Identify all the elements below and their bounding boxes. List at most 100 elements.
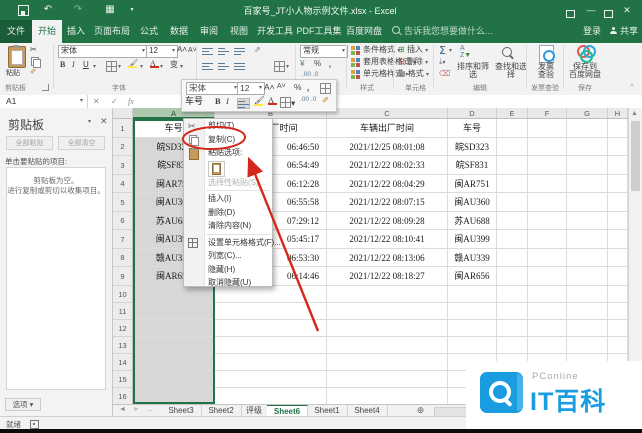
collapse-ribbon-icon[interactable]: ⌃ <box>629 83 635 91</box>
mini-format-painter-icon[interactable]: ✐ <box>322 95 329 106</box>
cell-H2[interactable] <box>608 138 628 156</box>
cell-F12[interactable] <box>528 320 567 337</box>
cell-C11[interactable] <box>327 303 448 320</box>
percent-icon[interactable]: % <box>314 59 321 68</box>
cell-F3[interactable] <box>528 156 567 175</box>
sign-in-button[interactable]: 登录 <box>578 20 606 43</box>
clear-icon[interactable]: ⌫ <box>439 69 450 78</box>
tab-file[interactable]: 文件 <box>0 20 32 43</box>
mini-shrink-font-icon[interactable]: A˅ <box>277 83 286 90</box>
cell-F6[interactable] <box>528 212 567 230</box>
cell-E12[interactable] <box>497 320 528 337</box>
cell-E6[interactable] <box>497 212 528 230</box>
sheet-tab-评级[interactable]: 评级 <box>241 405 268 416</box>
menu-item-2[interactable]: 复制(C) <box>184 133 272 147</box>
delete-cells-button[interactable]: ⊟ 删除 ▾ <box>398 56 428 67</box>
copy-icon[interactable] <box>30 57 41 68</box>
align-center-icon[interactable] <box>218 61 229 70</box>
font-size-combo[interactable]: 12 ▾ <box>146 45 178 58</box>
cell-H7[interactable] <box>608 230 628 249</box>
borders-dropdown-icon[interactable]: ▾ <box>118 63 121 70</box>
cell-C16[interactable] <box>327 388 448 404</box>
cell-E4[interactable] <box>497 175 528 193</box>
cell-D13[interactable] <box>448 337 497 354</box>
tab-开发工具[interactable]: 开发工具 <box>254 20 296 43</box>
minimize-button[interactable]: — <box>583 3 599 17</box>
tab-公式[interactable]: 公式 <box>134 20 164 43</box>
fill-color-icon[interactable]: 🖌 <box>128 59 138 68</box>
cell-D12[interactable] <box>448 320 497 337</box>
invoice-check-button[interactable]: 发票 查验 <box>536 63 556 79</box>
cell-E9[interactable] <box>497 267 528 286</box>
new-sheet-icon[interactable]: ⊕ <box>415 405 426 416</box>
format-painter-icon[interactable]: ✐ <box>30 67 37 76</box>
align-right-icon[interactable] <box>234 61 245 70</box>
find-select-button[interactable]: 查找和选择 <box>492 63 530 79</box>
cell-G10[interactable] <box>567 286 608 303</box>
fill-color-dropdown-icon[interactable]: ▾ <box>140 63 143 70</box>
select-all-corner[interactable] <box>113 108 133 119</box>
sheet-prev-icon[interactable]: ◄ <box>119 406 126 413</box>
cell-D6[interactable]: 苏AU688 <box>448 212 497 230</box>
sheet-more-icon[interactable]: ... <box>147 406 153 413</box>
cell-A16[interactable] <box>133 388 215 404</box>
cell-C9[interactable]: 2021/12/22 08:18:27 <box>327 267 448 286</box>
merge-center-icon[interactable] <box>274 61 285 72</box>
baidu-netdisk-icon[interactable] <box>577 45 596 63</box>
merge-dropdown-icon[interactable]: ▾ <box>286 63 289 70</box>
menu-item-12[interactable]: 列宽(C)... <box>184 249 272 263</box>
row-header-16[interactable]: 16 <box>113 388 133 404</box>
cell-G2[interactable] <box>567 138 608 156</box>
mini-decimal-icons[interactable]: .00 .0 <box>300 96 316 103</box>
cell-H1[interactable] <box>608 119 628 138</box>
save-to-netdisk-button[interactable]: 保存到 百度网盘 <box>567 63 603 79</box>
cell-D4[interactable]: 闽AR751 <box>448 175 497 193</box>
row-header-4[interactable]: 4 <box>113 175 133 193</box>
sheet-tab-Sheet1[interactable]: Sheet1 <box>307 405 348 416</box>
menu-item-paste-option[interactable] <box>184 160 272 177</box>
menu-item-14[interactable]: 取消隐藏(U) <box>184 276 272 290</box>
mini-align-center-icon[interactable] <box>237 98 250 109</box>
cell-F9[interactable] <box>528 267 567 286</box>
cell-H11[interactable] <box>608 303 628 320</box>
row-header-7[interactable]: 7 <box>113 230 133 249</box>
menu-item-5[interactable]: 选择性粘贴(S)... <box>184 176 272 190</box>
clear-all-button[interactable]: 全部清空 <box>58 136 105 150</box>
save-icon[interactable] <box>18 5 29 16</box>
tab-视图[interactable]: 视图 <box>224 20 254 43</box>
tab-百度网盘[interactable]: 百度网盘 <box>342 20 386 43</box>
cell-D10[interactable] <box>448 286 497 303</box>
italic-button[interactable]: I <box>72 60 75 69</box>
column-header-G[interactable]: G <box>567 108 608 119</box>
cell-H3[interactable] <box>608 156 628 175</box>
row-header-11[interactable]: 11 <box>113 303 133 320</box>
cell-G5[interactable] <box>567 193 608 212</box>
quick-access-icon[interactable]: ▦ <box>104 4 116 16</box>
find-select-icon[interactable] <box>502 47 512 57</box>
cell-B15[interactable] <box>215 371 327 388</box>
row-header-3[interactable]: 3 <box>113 156 133 175</box>
column-header-E[interactable]: E <box>497 108 528 119</box>
align-bottom-icon[interactable] <box>234 46 245 55</box>
mini-font-combo[interactable]: 宋体 ▾ <box>186 82 240 95</box>
enter-formula-icon[interactable]: ✓ <box>111 95 118 108</box>
ribbon-options-icon[interactable] <box>562 3 578 18</box>
cell-F8[interactable] <box>528 249 567 267</box>
formula-content[interactable]: 车号 <box>185 95 203 108</box>
align-middle-icon[interactable] <box>218 46 229 55</box>
sheet-next-icon[interactable]: ► <box>133 406 140 413</box>
cell-E2[interactable] <box>497 138 528 156</box>
cell-H9[interactable] <box>608 267 628 286</box>
number-format-combo[interactable]: 常规 ▾ <box>300 45 348 58</box>
qat-customize-icon[interactable]: ▾ <box>126 4 138 16</box>
cell-C1[interactable]: 车辆出厂时间 <box>327 119 448 138</box>
paste-all-button[interactable]: 全部粘贴 <box>6 136 53 150</box>
cell-D7[interactable]: 闽AU399 <box>448 230 497 249</box>
bold-button[interactable]: B <box>60 60 65 69</box>
row-header-14[interactable]: 14 <box>113 354 133 371</box>
comma-icon[interactable]: ， <box>328 59 336 70</box>
sheet-tab-Sheet4[interactable]: Sheet4 <box>347 405 388 416</box>
insert-cells-button[interactable]: ⊞ 插入 ▾ <box>398 44 428 55</box>
menu-item-8[interactable]: 删除(D) <box>184 206 272 220</box>
tell-me-box[interactable]: 告诉我您想要做什么... <box>392 20 493 43</box>
